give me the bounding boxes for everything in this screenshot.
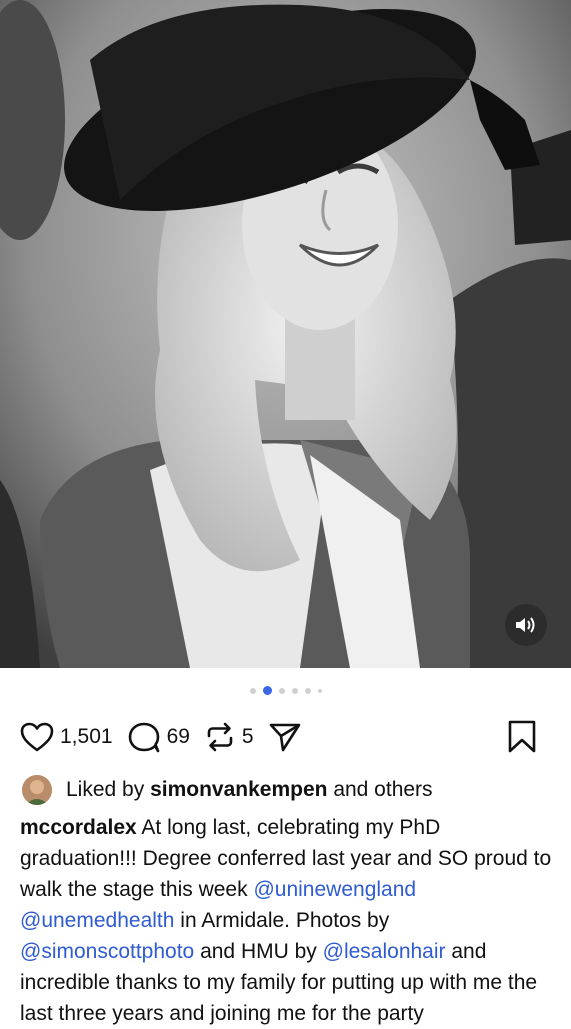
post-image[interactable] xyxy=(0,0,571,668)
comment-button[interactable]: 69 xyxy=(127,721,190,753)
liked-by-row[interactable]: Liked by simonvankempen and others xyxy=(22,775,433,805)
repost-button[interactable]: 5 xyxy=(204,721,254,753)
mention-link[interactable]: @uninewengland xyxy=(253,878,416,901)
save-button[interactable] xyxy=(507,720,537,754)
carousel-dot-active xyxy=(262,686,272,695)
avatar-image xyxy=(22,775,52,805)
caption-username[interactable]: mccordalex xyxy=(20,816,137,839)
caption-text: and HMU by xyxy=(200,940,317,963)
repost-icon xyxy=(207,722,233,752)
likes-count[interactable]: 1,501 xyxy=(60,725,113,749)
heart-icon xyxy=(20,722,54,752)
post-actions: 1,501 69 5 xyxy=(20,717,551,757)
share-button[interactable] xyxy=(268,721,302,753)
like-button[interactable]: 1,501 xyxy=(20,722,113,752)
comment-icon xyxy=(128,722,159,753)
speaker-icon xyxy=(516,617,535,633)
liked-by-user[interactable]: simonvankempen xyxy=(150,778,327,802)
carousel-dot xyxy=(304,687,311,694)
send-icon xyxy=(269,723,300,752)
liked-by-prefix: Liked by xyxy=(66,778,145,801)
comments-count[interactable]: 69 xyxy=(167,725,190,749)
carousel-dot xyxy=(278,687,285,694)
photo-graduate xyxy=(0,0,571,668)
mention-link[interactable]: @lesalonhair xyxy=(323,940,446,963)
caption-text: in Armidale. Photos by xyxy=(180,909,390,932)
sound-toggle-button[interactable] xyxy=(505,604,547,646)
carousel-dot xyxy=(317,688,322,693)
carousel-dot xyxy=(291,687,298,694)
avatar[interactable] xyxy=(22,775,52,805)
carousel-indicator xyxy=(0,686,571,695)
reposts-count[interactable]: 5 xyxy=(242,725,254,749)
bookmark-icon xyxy=(508,720,536,753)
post-caption: mccordalex At long last, celebrating my … xyxy=(20,812,555,1029)
liked-by-suffix[interactable]: and others xyxy=(333,778,432,802)
mention-link[interactable]: @unemedhealth xyxy=(20,909,174,932)
carousel-dot xyxy=(249,687,256,694)
mention-link[interactable]: @simonscottphoto xyxy=(20,940,194,963)
